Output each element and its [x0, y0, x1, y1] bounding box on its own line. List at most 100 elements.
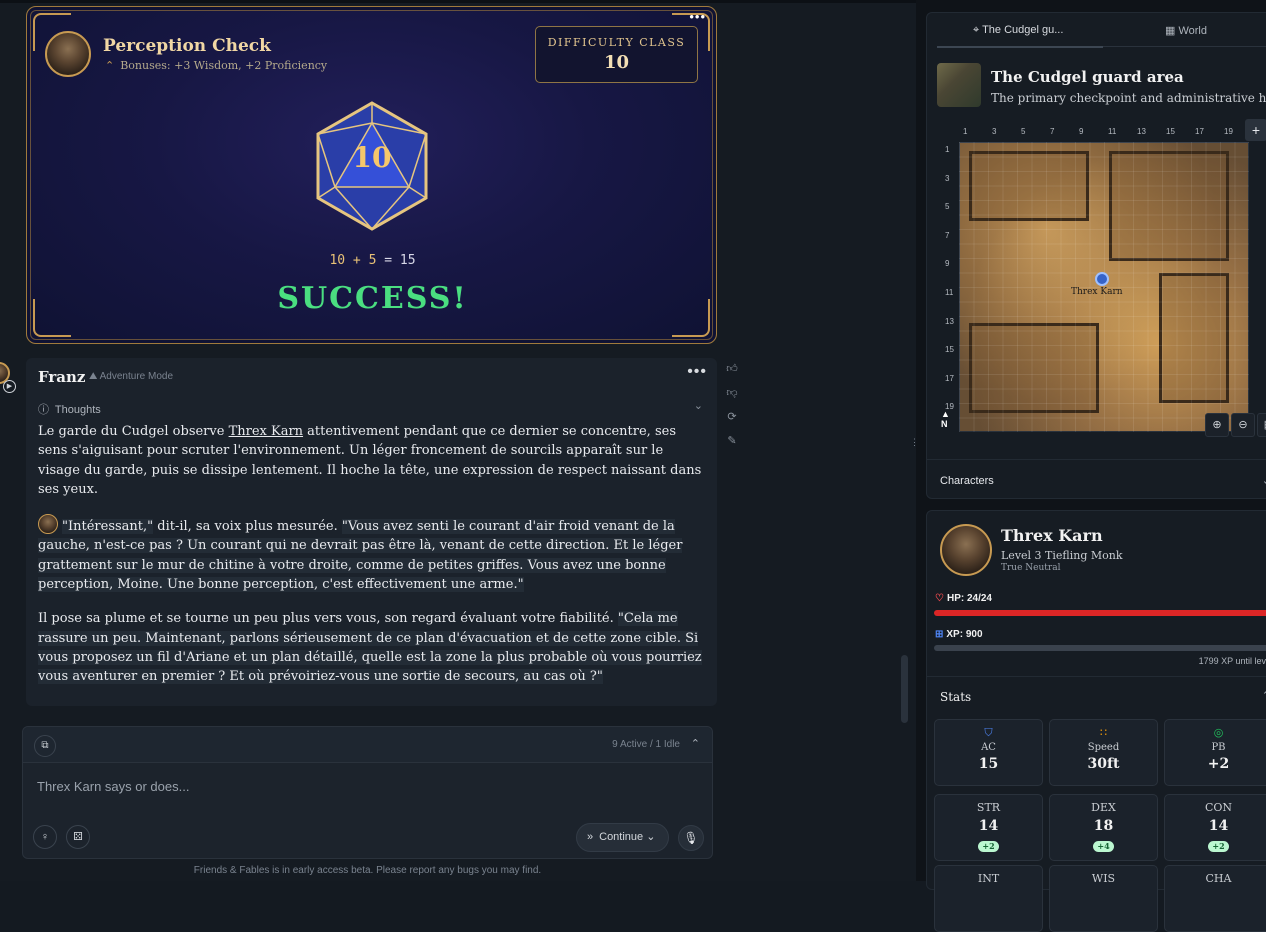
xp-text: XP: 900	[946, 629, 983, 640]
xp-label: ⊞ XP: 900	[935, 629, 983, 640]
stats-title: Stats	[940, 690, 972, 704]
map-icon: ▦	[1165, 25, 1176, 37]
active-count: 9 Active / 1 Idle	[612, 739, 680, 750]
dc-label: DIFFICULTY CLASS	[547, 36, 686, 49]
stat-value: 15	[978, 756, 999, 772]
location-description: The primary checkpoint and administrativ…	[991, 91, 1266, 105]
ability-score: CHA	[1164, 865, 1266, 932]
scrollbar[interactable]	[901, 655, 908, 723]
hp-bar-fill	[934, 610, 1266, 616]
party-icon[interactable]: ⧉	[34, 735, 56, 757]
grid-toggle-icon[interactable]: ▦	[1257, 413, 1266, 437]
lightbulb-icon[interactable]: ♀	[33, 825, 57, 849]
map-row-label: 5	[945, 202, 950, 212]
thoughts-toggle[interactable]: ⓘ Thoughts	[38, 401, 101, 417]
ability-value: 14	[978, 818, 999, 834]
character-token[interactable]	[1095, 272, 1109, 286]
chevron-down-icon[interactable]: ⌄	[694, 399, 703, 412]
ability-modifier: +4	[1093, 841, 1114, 852]
location-thumbnail	[937, 63, 981, 107]
action-input[interactable]: Threx Karn says or does...	[37, 779, 189, 794]
roll-bonuses: ⌃ Bonuses: +3 Wisdom, +2 Proficiency	[105, 59, 327, 72]
map-row-label: 7	[945, 230, 950, 240]
map-row-label: 3	[945, 173, 950, 183]
chevron-up-icon[interactable]: ⌃	[691, 737, 700, 750]
ability-score: STR 14 +2	[934, 794, 1043, 861]
roll-bonuses-text: Bonuses: +3 Wisdom, +2 Proficiency	[120, 59, 328, 72]
token-label: Threx Karn	[1071, 287, 1123, 297]
more-options-icon[interactable]: •••	[689, 9, 706, 24]
battle-map[interactable]: Threx Karn ▲N ⊕ ⊖ ▦ 13579111315171913579…	[939, 123, 1266, 441]
map-row-label: 1	[945, 145, 950, 154]
characters-section[interactable]: Characters ⌄	[927, 459, 1266, 499]
map-row-label: 11	[945, 288, 954, 297]
map-row-label: 13	[945, 316, 954, 326]
map-row-label: 9	[945, 259, 950, 269]
message-options-icon[interactable]: •••	[687, 363, 707, 381]
roll-math-base: 10	[329, 253, 346, 268]
dice-icon[interactable]: ⚄	[66, 825, 90, 849]
message-author: Franz	[38, 368, 86, 386]
character-link[interactable]: Threx Karn	[229, 424, 303, 439]
stat-label: AC	[981, 742, 996, 753]
thumbs-down-icon[interactable]: 👎︎	[724, 386, 740, 410]
continue-label: Continue	[599, 831, 644, 843]
thumbs-up-icon[interactable]: 👍︎	[724, 362, 740, 386]
map-column-label: 1	[963, 127, 968, 136]
adventure-mode-badge: ⛰ Adventure Mode	[89, 371, 174, 382]
stat-proficiency-bonus: ◎ PB +2	[1164, 719, 1266, 786]
xp-bar	[934, 645, 1266, 651]
ability-score: INT	[934, 865, 1043, 932]
stat-ac: ⛉ AC 15	[934, 719, 1043, 786]
map-column-label: 17	[1195, 127, 1204, 136]
roller-avatar	[45, 31, 91, 77]
ability-value: 18	[1093, 818, 1114, 834]
map-row-label: 17	[945, 373, 954, 383]
map-column-label: 9	[1079, 127, 1084, 136]
hp-label: ♡ HP: 24/24	[935, 593, 992, 604]
message-actions: 👍︎ 👎︎ ⟳ ✎	[724, 362, 740, 458]
tab-location-label: The Cudgel gu...	[982, 24, 1064, 36]
map-column-label: 3	[992, 127, 997, 136]
ability-label: DEX	[1091, 801, 1116, 814]
regenerate-icon[interactable]: ⟳	[724, 410, 740, 434]
ability-score: WIS	[1049, 865, 1158, 932]
xp-until-level: 1799 XP until level	[1198, 656, 1266, 666]
stat-label: Speed	[1087, 742, 1120, 753]
chevron-down-icon: ⌄	[1262, 474, 1266, 487]
d20-die: 10	[313, 101, 431, 231]
stats-section[interactable]: Stats ⌃	[927, 676, 1266, 716]
map-column-label: 11	[1108, 127, 1117, 136]
character-sheet: Threx Karn Level 3 Tiefling Monk True Ne…	[926, 510, 1266, 932]
adventure-mode-label: Adventure Mode	[99, 371, 174, 382]
microphone-icon[interactable]: 🎙︎	[678, 825, 704, 851]
map-row-label: 15	[945, 345, 954, 355]
message-text: Il pose sa plume et se tourne un peu plu…	[38, 611, 618, 627]
compass-icon: ▲ N	[941, 409, 950, 429]
play-audio-icon[interactable]: ▶	[3, 380, 16, 393]
location-title: The Cudgel guard area	[991, 68, 1184, 86]
map-row-label: 19	[945, 402, 954, 412]
hp-bar	[934, 610, 1266, 616]
ability-label: WIS	[1091, 872, 1116, 885]
map-column-label: 15	[1166, 127, 1175, 136]
tab-location[interactable]: ⌖ The Cudgel gu...	[973, 24, 1063, 37]
continue-button[interactable]: » Continue ⌄	[576, 823, 669, 852]
zoom-in-icon[interactable]: ⊕	[1205, 413, 1229, 437]
beta-notice: Friends & Fables is in early access beta…	[193, 865, 542, 876]
location-pin-icon: ⌖	[973, 24, 980, 36]
roll-math-total: = 15	[384, 253, 416, 268]
tab-world[interactable]: ▦ World	[1165, 24, 1207, 37]
zoom-out-icon[interactable]: ⊖	[1231, 413, 1255, 437]
edit-icon[interactable]: ✎	[724, 434, 740, 458]
narrator-message: Franz ⛰ Adventure Mode ••• ⓘ Thoughts ⌄ …	[26, 358, 717, 706]
roll-result: SUCCESS!	[277, 281, 468, 316]
stat-speed: ∷ Speed 30ft	[1049, 719, 1158, 786]
message-paragraph: "Intéressant," dit-il, sa voix plus mesu…	[38, 514, 704, 594]
stat-value: 30ft	[1087, 756, 1120, 772]
chevrons-up-icon: ⌃	[105, 59, 115, 72]
ability-modifier: +2	[1208, 841, 1229, 852]
fast-forward-icon: »	[587, 831, 594, 843]
characters-label: Characters	[940, 475, 994, 487]
chevron-down-icon: ⌄	[646, 831, 656, 843]
